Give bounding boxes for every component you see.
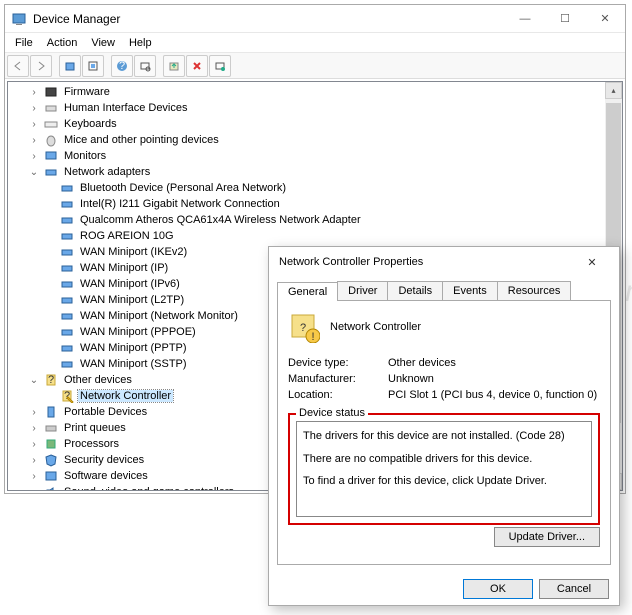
tab-driver[interactable]: Driver <box>337 281 388 300</box>
device-icon: ?! <box>288 311 320 343</box>
device-type-label: Device type: <box>288 357 388 369</box>
maximize-button[interactable]: ☐ <box>545 6 585 32</box>
enable-button[interactable] <box>209 55 231 77</box>
portable-icon <box>43 404 59 420</box>
network-icon <box>43 164 59 180</box>
device-name: Network Controller <box>330 321 421 333</box>
tree-node-na-item[interactable]: Qualcomm Atheros QCA61x4A Wireless Netwo… <box>10 212 620 228</box>
nic-icon <box>59 324 75 340</box>
nic-icon <box>59 308 75 324</box>
svg-text:?: ? <box>119 60 125 72</box>
minimize-button[interactable]: — <box>505 6 545 32</box>
dialog-close-button[interactable]: ✕ <box>575 249 609 275</box>
tree-node-na-item[interactable]: Intel(R) I211 Gigabit Network Connection <box>10 196 620 212</box>
svg-text:!: ! <box>311 331 314 343</box>
tree-node-firmware[interactable]: ›Firmware <box>10 84 620 100</box>
manufacturer-label: Manufacturer: <box>288 373 388 385</box>
scroll-up-button[interactable]: ▴ <box>605 82 622 99</box>
hid-icon <box>43 100 59 116</box>
tree-node-monitors[interactable]: ›Monitors <box>10 148 620 164</box>
menu-view[interactable]: View <box>85 35 121 51</box>
nic-icon <box>59 228 75 244</box>
sound-icon <box>43 484 59 491</box>
toolbar: ? <box>5 53 625 79</box>
show-hidden-button[interactable] <box>59 55 81 77</box>
security-icon <box>43 452 59 468</box>
question-icon: ? <box>43 372 59 388</box>
nic-icon <box>59 212 75 228</box>
svg-text:?: ? <box>300 322 306 334</box>
app-icon <box>11 11 27 27</box>
tree-node-keyboards[interactable]: ›Keyboards <box>10 116 620 132</box>
titlebar[interactable]: Device Manager — ☐ ✕ <box>5 5 625 33</box>
tree-node-mice[interactable]: ›Mice and other pointing devices <box>10 132 620 148</box>
nic-icon <box>59 260 75 276</box>
dialog-tabs: General Driver Details Events Resources <box>269 281 619 300</box>
nic-icon <box>59 292 75 308</box>
help-button[interactable]: ? <box>111 55 133 77</box>
uninstall-button[interactable] <box>186 55 208 77</box>
device-status-legend: Device status <box>296 407 368 419</box>
nic-icon <box>59 276 75 292</box>
manufacturer-value: Unknown <box>388 373 434 385</box>
menubar: File Action View Help <box>5 33 625 53</box>
tree-node-na-item[interactable]: Bluetooth Device (Personal Area Network) <box>10 180 620 196</box>
firmware-icon <box>43 84 59 100</box>
tab-events[interactable]: Events <box>442 281 498 300</box>
update-driver-button[interactable]: Update Driver... <box>494 527 600 547</box>
tree-node-hid[interactable]: ›Human Interface Devices <box>10 100 620 116</box>
back-button[interactable] <box>7 55 29 77</box>
device-status-fieldset: Device status The drivers for this devic… <box>288 413 600 525</box>
nic-icon <box>59 356 75 372</box>
nic-icon <box>59 180 75 196</box>
tree-node-na-item[interactable]: ROG AREION 10G <box>10 228 620 244</box>
close-button[interactable]: ✕ <box>585 6 625 32</box>
menu-help[interactable]: Help <box>123 35 158 51</box>
device-status-text[interactable]: The drivers for this device are not inst… <box>296 421 592 517</box>
window-title: Device Manager <box>33 12 505 26</box>
menu-file[interactable]: File <box>9 35 39 51</box>
nic-icon <box>59 244 75 260</box>
cancel-button[interactable]: Cancel <box>539 579 609 599</box>
forward-button[interactable] <box>30 55 52 77</box>
mouse-icon <box>43 132 59 148</box>
tab-resources[interactable]: Resources <box>497 281 572 300</box>
scan-button[interactable] <box>134 55 156 77</box>
location-label: Location: <box>288 389 388 401</box>
cpu-icon <box>43 436 59 452</box>
ok-button[interactable]: OK <box>463 579 533 599</box>
keyboard-icon <box>43 116 59 132</box>
device-type-value: Other devices <box>388 357 456 369</box>
warning-icon: ? <box>59 388 75 404</box>
update-button[interactable] <box>163 55 185 77</box>
tree-node-network-adapters[interactable]: ⌄Network adapters <box>10 164 620 180</box>
svg-text:?: ? <box>48 374 54 386</box>
dialog-titlebar[interactable]: Network Controller Properties ✕ <box>269 247 619 277</box>
monitor-icon <box>43 148 59 164</box>
software-icon <box>43 468 59 484</box>
nic-icon <box>59 340 75 356</box>
tab-body-general: ?! Network Controller Device type:Other … <box>277 300 611 565</box>
printer-icon <box>43 420 59 436</box>
properties-dialog: Network Controller Properties ✕ General … <box>268 246 620 606</box>
tab-general[interactable]: General <box>277 282 338 301</box>
tab-details[interactable]: Details <box>387 281 443 300</box>
location-value: PCI Slot 1 (PCI bus 4, device 0, functio… <box>388 389 597 401</box>
menu-action[interactable]: Action <box>41 35 84 51</box>
dialog-title: Network Controller Properties <box>279 256 575 268</box>
properties-button[interactable] <box>82 55 104 77</box>
dialog-footer: OK Cancel <box>269 573 619 605</box>
nic-icon <box>59 196 75 212</box>
